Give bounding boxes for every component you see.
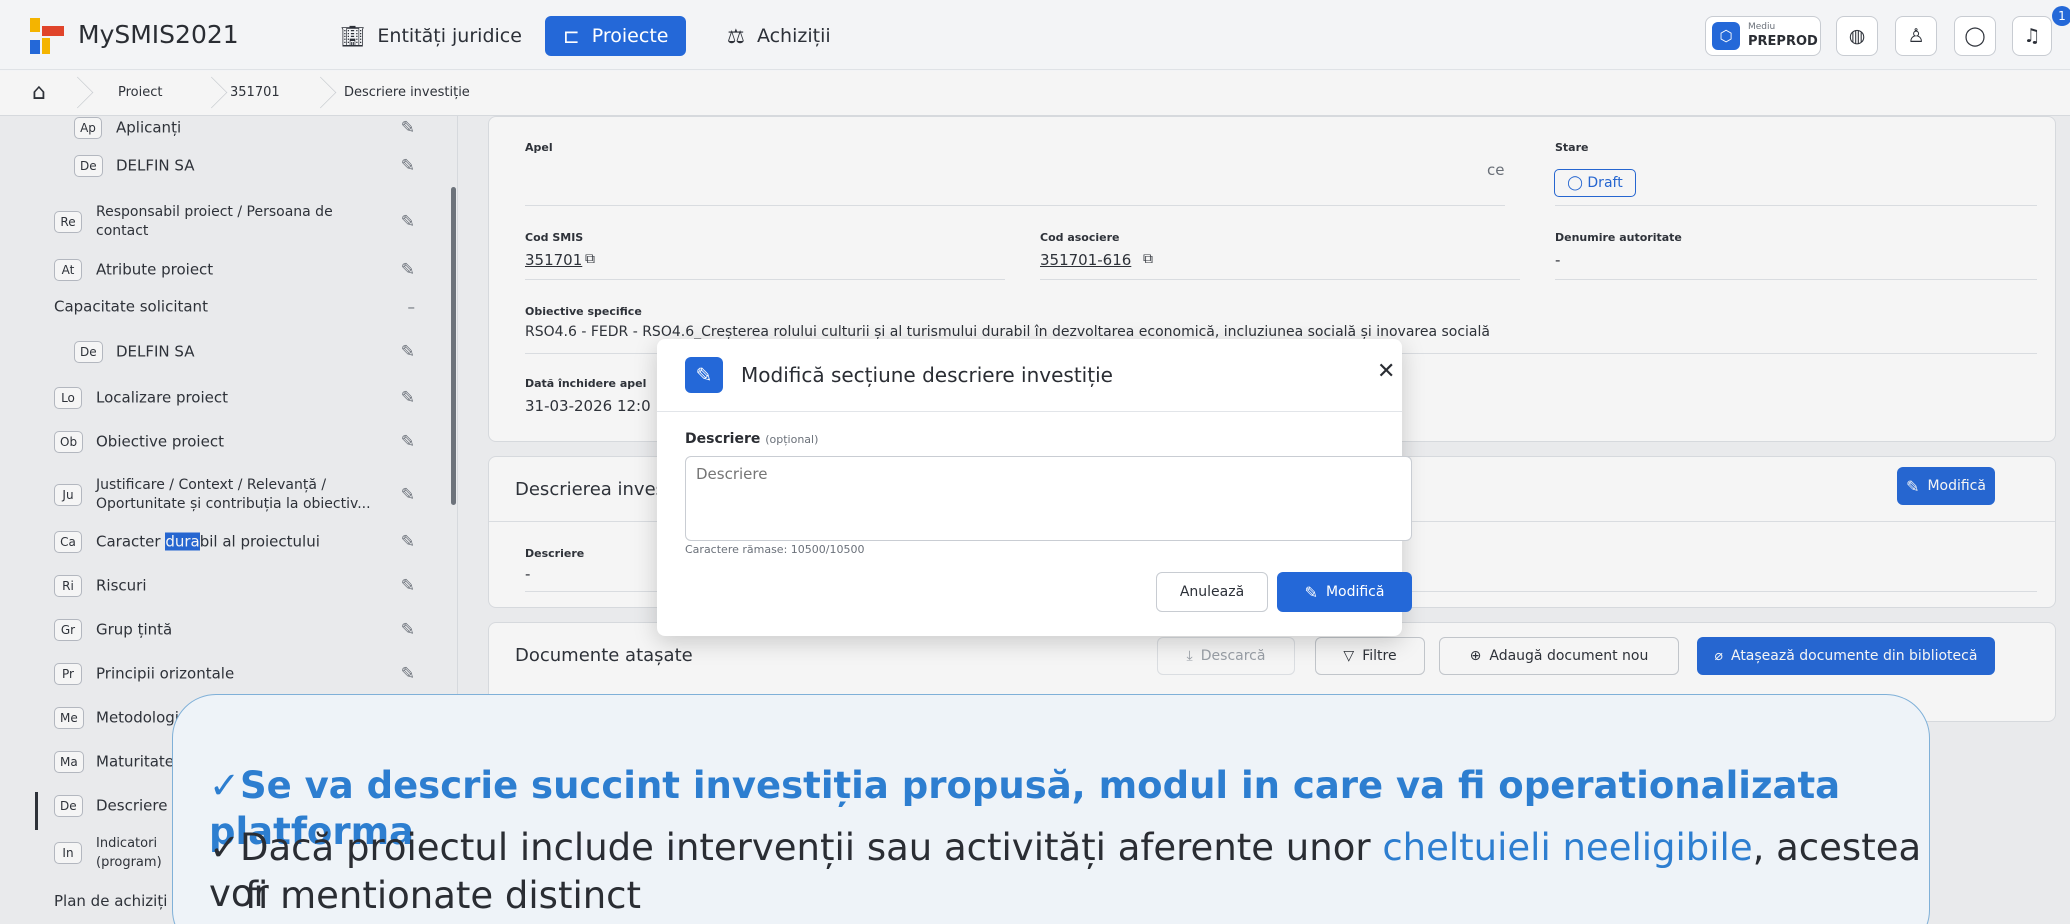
instruction-callout: ✓Se va descrie succint investiția propus… [172,694,1930,924]
cancel-button[interactable]: Anulează [1156,572,1268,612]
submit-button[interactable]: ✎ Modifică [1277,572,1412,612]
palette-button[interactable]: ◍ [1836,16,1878,56]
check-icon: ✓ [209,764,241,807]
instruction-line-3: fi mentionate distinct [245,874,642,917]
chat-icon: ◯ [1964,25,1986,47]
notification-count: 1 [2052,6,2070,26]
nav-entitati[interactable]: 🏢︎ Entități juridice [340,16,522,56]
top-header: MySMIS2021 🏢︎ Entități juridice ⊏ Proiec… [0,0,2070,70]
environment-value: PREPROD [1748,34,1818,49]
edit-icon: ✎ [1304,582,1318,602]
notifications-button[interactable]: ♫ [2012,16,2052,56]
palette-icon: ◍ [1848,25,1866,47]
nav-entitati-label: Entități juridice [377,25,522,47]
check-icon: ✓ [209,826,241,869]
nav-proiecte[interactable]: ⊏ Proiecte [545,16,687,56]
modal-divider [657,411,1402,412]
cube-icon: ⬡ [1712,22,1740,50]
environment-label: Mediu [1748,22,1776,32]
character-counter: Caractere rămase: 10500/10500 [685,543,865,556]
descriere-textarea[interactable] [685,456,1412,541]
descriere-field-label: Descriere [685,431,761,447]
nav-achizitii[interactable]: ⚖︎ Achiziții [727,16,831,56]
modal-title: Modifică secțiune descriere investiție [741,363,1113,387]
user-icon: ♙ [1907,25,1925,47]
edit-icon: ✎ [685,357,723,393]
edit-description-modal: ✎ Modifică secțiune descriere investiție… [657,339,1412,636]
instruction-line-2: Dacă proiectul include intervenții sau a… [240,826,1383,869]
nav-proiecte-label: Proiecte [591,25,669,47]
submit-label: Modifică [1325,584,1385,600]
building-icon: 🏢︎ [340,24,366,48]
chat-button[interactable]: ◯ [1954,16,1996,56]
bell-icon: ♫ [2023,25,2041,47]
optional-hint: (opțional) [765,433,819,446]
close-icon[interactable]: ✕ [1377,359,1395,384]
environment-badge[interactable]: ⬡ Mediu PREPROD [1705,16,1821,56]
neeligibile-link: cheltuieli neeligibile [1382,826,1753,869]
scale-icon: ⚖︎ [727,24,745,48]
app-title[interactable]: MySMIS2021 [78,20,239,49]
tree-icon: ⊏ [563,24,580,48]
mysmis-logo[interactable] [30,18,66,54]
user-button[interactable]: ♙ [1895,16,1937,56]
nav-achizitii-label: Achiziții [756,25,831,47]
